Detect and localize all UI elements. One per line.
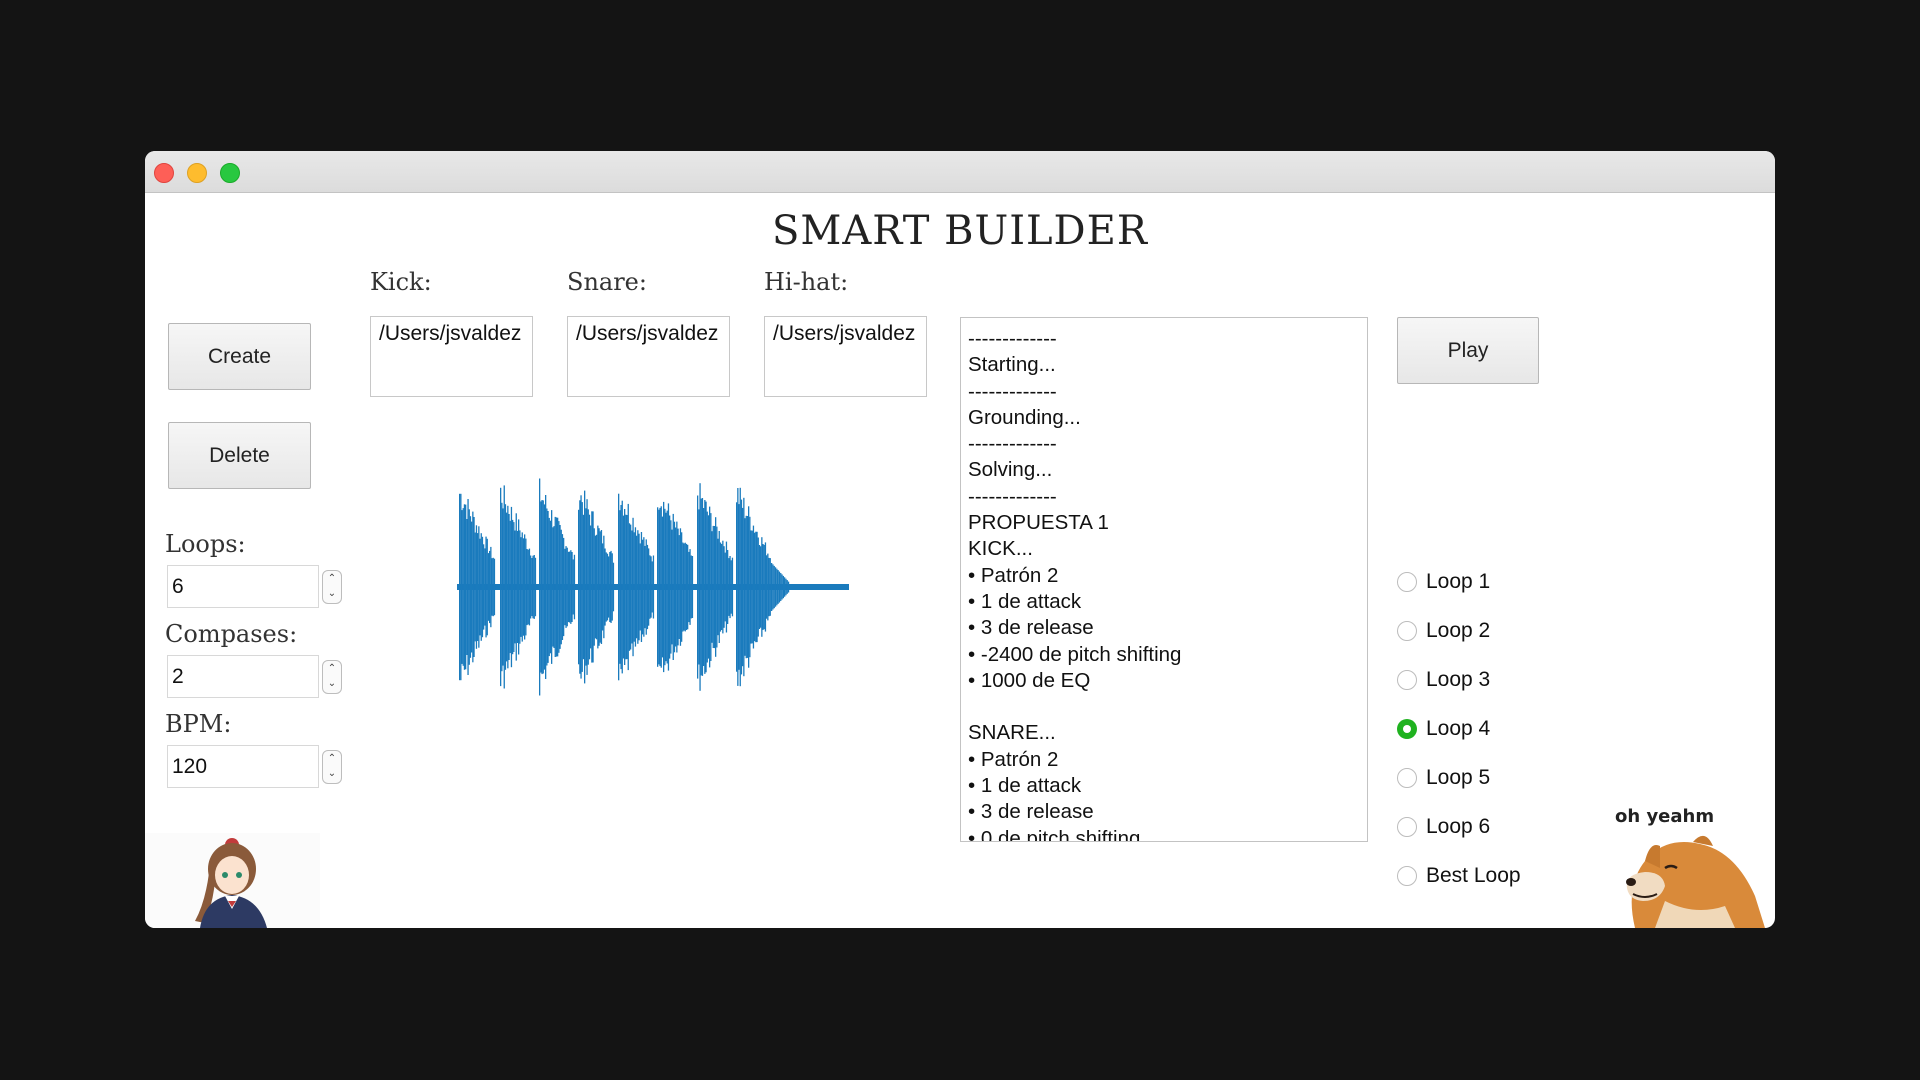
radio-unchecked-icon[interactable] (1397, 817, 1417, 837)
snare-label: Snare: (567, 268, 647, 296)
chevron-up-icon[interactable]: ⌃ (323, 751, 341, 766)
cheems-dog-sticker: oh yeahm (1605, 806, 1775, 928)
chevron-up-icon[interactable]: ⌃ (323, 661, 341, 676)
loop-radio-option[interactable]: Loop 2 (1397, 619, 1490, 643)
hihat-label: Hi-hat: (764, 268, 849, 296)
waveform-display (453, 467, 853, 707)
minimize-window-button[interactable] (187, 163, 207, 183)
log-line: PROPUESTA 1 (968, 511, 1109, 535)
log-line: • 1 de attack (968, 774, 1082, 798)
snare-file-field[interactable]: /Users/jsvaldez (567, 316, 730, 397)
radio-unchecked-icon[interactable] (1397, 768, 1417, 788)
loop-radio-option[interactable]: Loop 5 (1397, 766, 1490, 790)
chevron-up-icon[interactable]: ⌃ (323, 571, 341, 586)
bpm-input[interactable]: 120 (167, 745, 319, 788)
radio-unchecked-icon[interactable] (1397, 670, 1417, 690)
create-button[interactable]: Create (168, 323, 311, 390)
compases-input[interactable]: 2 (167, 655, 319, 698)
loop-radio-label: Loop 4 (1426, 717, 1491, 740)
log-line: ------------- (968, 327, 1057, 350)
log-line: ------------- (968, 432, 1057, 456)
radio-unchecked-icon[interactable] (1397, 572, 1417, 592)
maximize-window-button[interactable] (220, 163, 240, 183)
compases-label: Compases: (165, 620, 298, 648)
loop-radio-label: Loop 3 (1426, 668, 1491, 691)
log-line: KICK... (968, 537, 1033, 561)
log-output[interactable]: ------------- Starting... ------------- Gro… (960, 317, 1368, 842)
loop-radio-label: Loop 2 (1426, 619, 1491, 642)
log-line: • 1000 de EQ (968, 668, 1091, 692)
loop-radio-option[interactable]: Loop 1 (1397, 570, 1490, 594)
log-line: • 1 de attack (968, 589, 1082, 613)
log-line: • 0 de pitch shifting (968, 826, 1141, 842)
bpm-stepper[interactable]: ⌃ ⌄ (322, 750, 342, 784)
loop-radio-label: Loop 5 (1426, 766, 1491, 789)
log-line: SNARE... (968, 721, 1056, 745)
compases-stepper[interactable]: ⌃ ⌄ (322, 660, 342, 694)
app-window: SMART BUILDER Create Delete Loops: 6 ⌃ ⌄ … (145, 151, 1775, 928)
chevron-down-icon[interactable]: ⌄ (323, 586, 341, 601)
chevron-down-icon[interactable]: ⌄ (323, 676, 341, 691)
loops-label: Loops: (165, 530, 246, 558)
anime-girl-sticker (145, 833, 320, 928)
log-line: ------------- (968, 379, 1057, 403)
radio-checked-icon[interactable] (1397, 719, 1417, 739)
loop-radio-option[interactable]: Loop 4 (1397, 717, 1490, 741)
loop-radio-label: Best Loop (1426, 864, 1521, 887)
log-line: Starting... (968, 353, 1056, 377)
loop-radio-option[interactable]: Best Loop (1397, 864, 1521, 888)
loop-radio-label: Loop 1 (1426, 570, 1491, 593)
log-line: ------------- (968, 484, 1057, 508)
loop-radio-label: Loop 6 (1426, 815, 1491, 838)
log-line: • Patrón 2 (968, 747, 1059, 771)
log-line: • 3 de release (968, 800, 1094, 824)
loop-radio-option[interactable]: Loop 3 (1397, 668, 1490, 692)
log-line: • 3 de release (968, 616, 1094, 640)
waveform-graphic (457, 478, 849, 696)
radio-unchecked-icon[interactable] (1397, 866, 1417, 886)
radio-unchecked-icon[interactable] (1397, 621, 1417, 641)
loops-input[interactable]: 6 (167, 565, 319, 608)
log-line: • -2400 de pitch shifting (968, 642, 1182, 666)
app-title: SMART BUILDER (772, 208, 1148, 254)
log-line: Grounding... (968, 405, 1081, 429)
kick-label: Kick: (370, 268, 432, 296)
close-window-button[interactable] (154, 163, 174, 183)
title-bar (145, 151, 1775, 193)
delete-button[interactable]: Delete (168, 422, 311, 489)
log-line: • Patrón 2 (968, 563, 1059, 587)
loop-radio-option[interactable]: Loop 6 (1397, 815, 1490, 839)
log-line: Solving... (968, 458, 1053, 482)
hihat-file-field[interactable]: /Users/jsvaldez (764, 316, 927, 397)
play-button[interactable]: Play (1397, 317, 1539, 384)
kick-file-field[interactable]: /Users/jsvaldez (370, 316, 533, 397)
chevron-down-icon[interactable]: ⌄ (323, 766, 341, 781)
loops-stepper[interactable]: ⌃ ⌄ (322, 570, 342, 604)
bpm-label: BPM: (165, 710, 232, 738)
